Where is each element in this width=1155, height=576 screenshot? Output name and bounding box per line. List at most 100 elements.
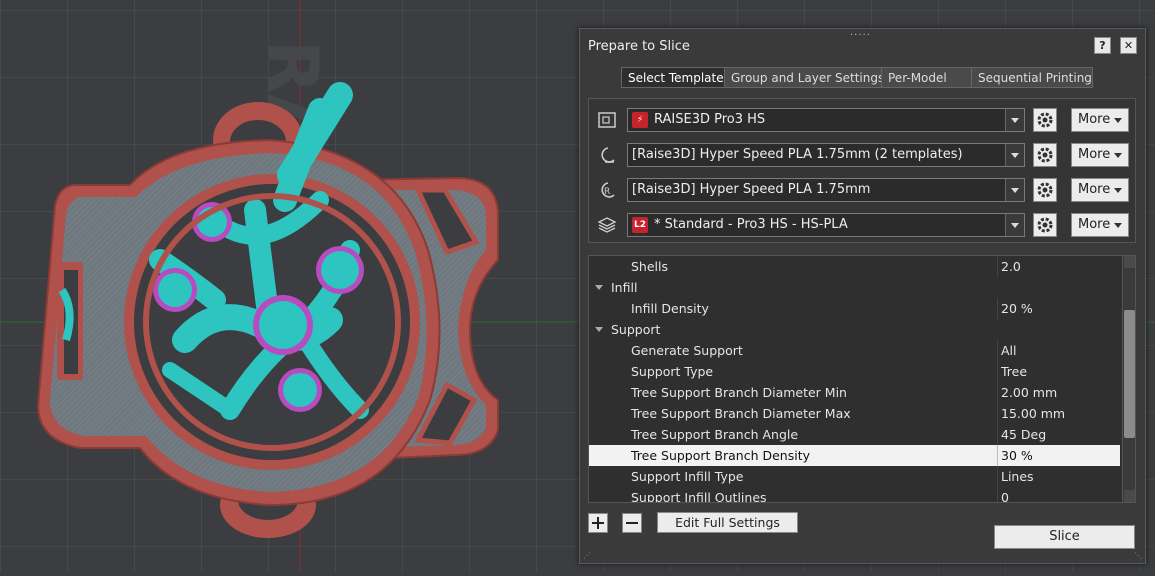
right-material-more-button[interactable]: More — [1071, 178, 1129, 202]
setting-name: Tree Support Branch Angle — [631, 427, 799, 442]
setting-value[interactable]: 45 Deg — [1001, 424, 1046, 445]
tab-group-and-layer-settings[interactable]: Group and Layer Settings — [724, 67, 884, 88]
printer-more-button[interactable]: More — [1071, 108, 1129, 132]
gear-icon — [1037, 147, 1053, 163]
scroll-up-icon[interactable] — [1124, 256, 1135, 268]
setting-value[interactable]: 15.00 mm — [1001, 403, 1065, 424]
left-material-more-button[interactable]: More — [1071, 143, 1129, 167]
left-material-row: [Raise3D] Hyper Speed PLA 1.75mm (2 temp… — [589, 142, 1135, 168]
printer-icon — [598, 112, 616, 128]
printer-template-row: ⚡ RAISE3D Pro3 HS More — [589, 107, 1135, 133]
setting-name: Infill Density — [631, 301, 709, 316]
setting-value[interactable]: 20 % — [1001, 298, 1033, 319]
column-divider — [997, 256, 998, 277]
chevron-down-icon[interactable] — [1005, 144, 1024, 166]
printer-settings-button[interactable] — [1033, 108, 1057, 132]
setting-row-generate-support[interactable]: Generate Support All — [589, 340, 1120, 361]
dialog-title: Prepare to Slice — [588, 39, 690, 54]
resize-grip-right[interactable]: ⋱ — [1134, 551, 1142, 560]
tab-sequential-printing[interactable]: Sequential Printing — [971, 67, 1093, 88]
profile-settings-button[interactable] — [1033, 213, 1057, 237]
right-material-settings-button[interactable] — [1033, 178, 1057, 202]
setting-name: Tree Support Branch Diameter Min — [631, 385, 847, 400]
right-extruder-icon: R — [601, 182, 615, 198]
column-divider — [997, 298, 998, 319]
gear-icon — [1037, 112, 1053, 128]
column-divider — [997, 361, 998, 382]
plus-icon — [592, 517, 604, 529]
setting-value[interactable]: Tree — [1001, 361, 1027, 382]
collapse-arrow-icon[interactable] — [595, 285, 603, 290]
add-setting-button[interactable] — [588, 513, 608, 533]
right-material-value: [Raise3D] Hyper Speed PLA 1.75mm — [632, 182, 871, 197]
setting-name: Support — [611, 322, 661, 337]
chevron-down-icon[interactable] — [1005, 109, 1024, 131]
tab-select-template[interactable]: Select Template — [621, 67, 725, 88]
left-extruder-icon — [601, 147, 615, 163]
setting-row-tree-support-branch-density[interactable]: Tree Support Branch Density 30 % — [589, 445, 1120, 466]
scroll-thumb[interactable] — [1124, 310, 1135, 438]
setting-row-tree-support-branch-diameter-min[interactable]: Tree Support Branch Diameter Min 2.00 mm — [589, 382, 1120, 403]
slicing-profile-row: L2 * Standard - Pro3 HS - HS-PLA More — [589, 212, 1135, 238]
slice-button[interactable]: Slice — [994, 525, 1135, 549]
profile-value: * Standard - Pro3 HS - HS-PLA — [654, 217, 848, 232]
setting-name: Generate Support — [631, 343, 743, 358]
remove-setting-button[interactable] — [622, 513, 642, 533]
gear-icon — [1037, 182, 1053, 198]
setting-name: Tree Support Branch Diameter Max — [631, 406, 851, 421]
profile-more-button[interactable]: More — [1071, 213, 1129, 237]
column-divider — [997, 340, 998, 361]
setting-name: Shells — [631, 259, 669, 274]
gear-icon — [1037, 217, 1053, 233]
setting-row-support-infill-outlines[interactable]: Support Infill Outlines 0 — [589, 487, 1120, 502]
chevron-down-icon[interactable] — [1005, 214, 1024, 236]
setting-name: Tree Support Branch Density — [631, 448, 810, 463]
setting-row-tree-support-branch-angle[interactable]: Tree Support Branch Angle 45 Deg — [589, 424, 1120, 445]
template-selectors: ⚡ RAISE3D Pro3 HS More [Raise3D] Hyper S… — [588, 98, 1136, 243]
profile-select[interactable]: L2 * Standard - Pro3 HS - HS-PLA — [627, 213, 1025, 237]
setting-value[interactable]: 2.00 mm — [1001, 382, 1057, 403]
setting-name: Support Infill Type — [631, 469, 744, 484]
right-material-select[interactable]: [Raise3D] Hyper Speed PLA 1.75mm — [627, 178, 1025, 202]
help-button[interactable]: ? — [1094, 37, 1111, 54]
category-infill[interactable]: Infill — [589, 277, 1120, 298]
resize-grip-left[interactable]: ⋰ — [583, 551, 591, 560]
svg-text:R: R — [604, 187, 610, 197]
lightning-icon: ⚡ — [632, 112, 648, 128]
collapse-arrow-icon[interactable] — [595, 327, 603, 332]
setting-row-tree-support-branch-diameter-max[interactable]: Tree Support Branch Diameter Max 15.00 mm — [589, 403, 1120, 424]
left-material-value: [Raise3D] Hyper Speed PLA 1.75mm (2 temp… — [632, 147, 963, 162]
drag-handle[interactable]: ····· — [850, 30, 871, 41]
left-material-settings-button[interactable] — [1033, 143, 1057, 167]
setting-row-support-infill-type[interactable]: Support Infill Type Lines — [589, 466, 1120, 487]
setting-value[interactable]: All — [1001, 340, 1017, 361]
printer-select[interactable]: ⚡ RAISE3D Pro3 HS — [627, 108, 1025, 132]
edit-full-settings-button[interactable]: Edit Full Settings — [657, 512, 798, 533]
setting-value[interactable]: 0 — [1001, 487, 1009, 502]
prepare-to-slice-dialog: ····· Prepare to Slice ? ✕ Select Templa… — [579, 28, 1146, 564]
column-divider — [997, 403, 998, 424]
setting-name: Infill — [611, 280, 638, 295]
layers-icon — [598, 217, 616, 233]
settings-scrollbar[interactable] — [1122, 256, 1135, 502]
scroll-down-icon[interactable] — [1124, 490, 1135, 502]
column-divider — [997, 487, 998, 502]
chevron-down-icon[interactable] — [1005, 179, 1024, 201]
left-material-select[interactable]: [Raise3D] Hyper Speed PLA 1.75mm (2 temp… — [627, 143, 1025, 167]
profile-badge: L2 — [632, 217, 648, 233]
setting-name: Support Type — [631, 364, 714, 379]
setting-row-infill-density[interactable]: Infill Density 20 % — [589, 298, 1120, 319]
printer-value: RAISE3D Pro3 HS — [654, 112, 766, 127]
setting-value[interactable]: 30 % — [1001, 445, 1033, 466]
setting-value[interactable]: Lines — [1001, 466, 1034, 487]
setting-row-support-type[interactable]: Support Type Tree — [589, 361, 1120, 382]
category-support[interactable]: Support — [589, 319, 1120, 340]
column-divider — [997, 466, 998, 487]
column-divider — [997, 424, 998, 445]
close-button[interactable]: ✕ — [1120, 37, 1137, 54]
column-divider — [997, 445, 998, 466]
column-divider — [997, 382, 998, 403]
setting-value[interactable]: 2.0 — [1001, 256, 1021, 277]
setting-row-shells[interactable]: Shells 2.0 — [589, 256, 1120, 277]
tab-per-model[interactable]: Per-Model — [881, 67, 972, 88]
